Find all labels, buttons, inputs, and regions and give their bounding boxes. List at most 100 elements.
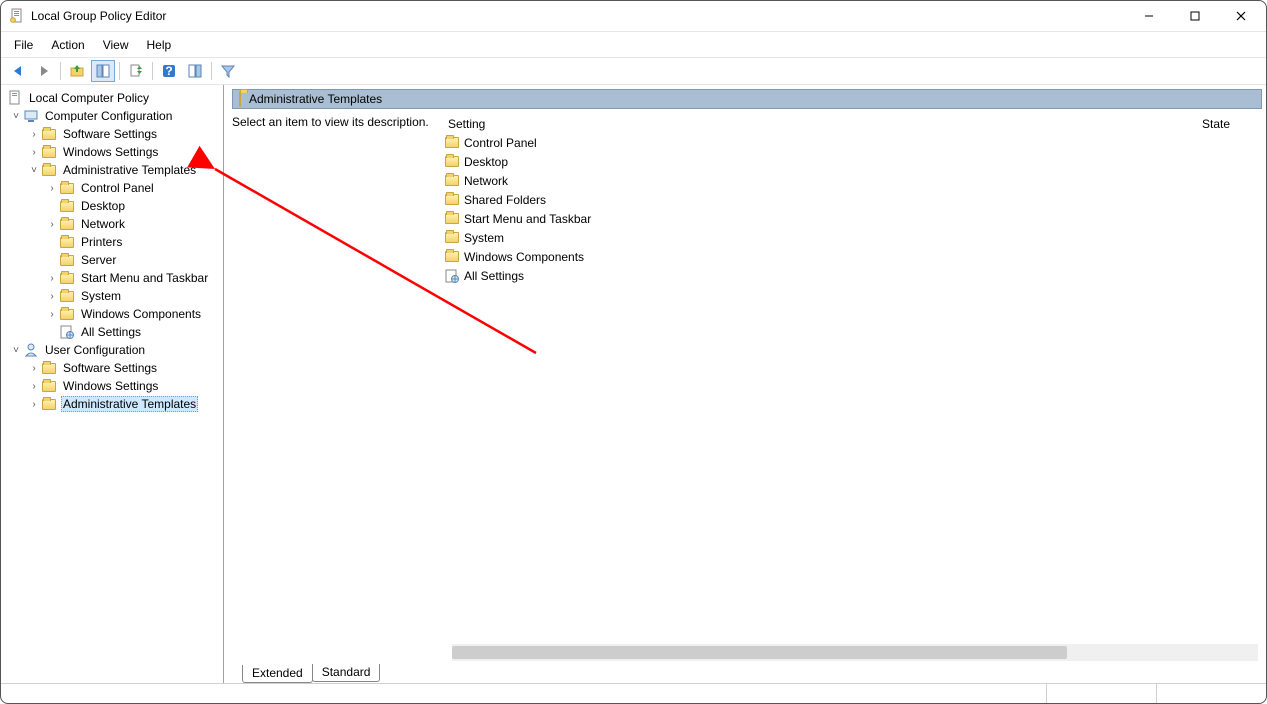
toolbar-separator bbox=[119, 62, 120, 80]
tree-label: Start Menu and Taskbar bbox=[79, 271, 210, 285]
list-item-label: All Settings bbox=[464, 269, 524, 283]
minimize-button[interactable] bbox=[1126, 1, 1172, 31]
list-item-label: Network bbox=[464, 174, 508, 188]
chevron-right-icon[interactable]: › bbox=[45, 271, 59, 285]
folder-icon bbox=[444, 192, 460, 208]
console-tree[interactable]: Local Computer Policy ˅ Computer Configu… bbox=[1, 85, 224, 683]
list-item-label: Windows Components bbox=[464, 250, 584, 264]
folder-icon bbox=[41, 360, 57, 376]
tree-comp-software-settings[interactable]: › Software Settings bbox=[1, 125, 223, 143]
horizontal-scrollbar[interactable] bbox=[452, 644, 1258, 661]
list-item[interactable]: Network bbox=[444, 171, 1262, 190]
list-item-label: Shared Folders bbox=[464, 193, 546, 207]
tree-start-menu[interactable]: › Start Menu and Taskbar bbox=[1, 269, 223, 287]
tree-label: Software Settings bbox=[61, 361, 159, 375]
tab-extended[interactable]: Extended bbox=[242, 665, 313, 683]
policy-icon bbox=[7, 90, 23, 106]
folder-icon bbox=[41, 396, 57, 412]
folder-icon bbox=[444, 211, 460, 227]
chevron-right-icon[interactable]: › bbox=[45, 217, 59, 231]
forward-button[interactable] bbox=[32, 60, 56, 82]
list-item-label: System bbox=[464, 231, 504, 245]
folder-icon bbox=[59, 180, 75, 196]
chevron-right-icon[interactable]: › bbox=[45, 307, 59, 321]
tree-user-software-settings[interactable]: › Software Settings bbox=[1, 359, 223, 377]
help-button[interactable]: ? bbox=[157, 60, 181, 82]
tree-network[interactable]: › Network bbox=[1, 215, 223, 233]
list-item-label: Control Panel bbox=[464, 136, 537, 150]
list-item[interactable]: Start Menu and Taskbar bbox=[444, 209, 1262, 228]
tree-label: Windows Settings bbox=[61, 379, 160, 393]
chevron-down-icon[interactable]: ˅ bbox=[9, 109, 23, 123]
chevron-right-icon[interactable]: › bbox=[27, 127, 41, 141]
tree-windows-components[interactable]: › Windows Components bbox=[1, 305, 223, 323]
chevron-right-icon[interactable]: › bbox=[27, 361, 41, 375]
status-segment bbox=[1156, 684, 1266, 703]
tree-server[interactable]: Server bbox=[1, 251, 223, 269]
window-title: Local Group Policy Editor bbox=[31, 9, 1126, 23]
list-item[interactable]: Desktop bbox=[444, 152, 1262, 171]
tree-user-admin-templates[interactable]: ›Administrative Templates bbox=[1, 395, 223, 413]
chevron-right-icon[interactable]: › bbox=[45, 289, 59, 303]
main-split: Local Computer Policy ˅ Computer Configu… bbox=[1, 85, 1266, 683]
list-item[interactable]: Windows Components bbox=[444, 247, 1262, 266]
tree-user-configuration[interactable]: ˅ User Configuration bbox=[1, 341, 223, 359]
maximize-button[interactable] bbox=[1172, 1, 1218, 31]
menu-view[interactable]: View bbox=[94, 34, 138, 56]
menu-action[interactable]: Action bbox=[42, 34, 93, 56]
folder-icon bbox=[41, 378, 57, 394]
chevron-right-icon[interactable]: › bbox=[27, 145, 41, 159]
list-item[interactable]: System bbox=[444, 228, 1262, 247]
list-item-label: Start Menu and Taskbar bbox=[464, 212, 591, 226]
tree-label: Software Settings bbox=[61, 127, 159, 141]
chevron-right-icon[interactable]: › bbox=[45, 181, 59, 195]
scrollbar-thumb[interactable] bbox=[452, 646, 1067, 659]
tree-control-panel[interactable]: ›Control Panel bbox=[1, 179, 223, 197]
folder-icon bbox=[41, 126, 57, 142]
list-header[interactable]: Setting State bbox=[444, 115, 1262, 133]
tree-label: Administrative Templates bbox=[61, 163, 198, 177]
tree-root[interactable]: Local Computer Policy bbox=[1, 89, 223, 107]
tree-comp-windows-settings[interactable]: › Windows Settings bbox=[1, 143, 223, 161]
tree-user-windows-settings[interactable]: › Windows Settings bbox=[1, 377, 223, 395]
list-item[interactable]: Control Panel bbox=[444, 133, 1262, 152]
menu-help[interactable]: Help bbox=[138, 34, 181, 56]
tree-all-settings[interactable]: All Settings bbox=[1, 323, 223, 341]
detail-pane: Administrative Templates Select an item … bbox=[224, 85, 1266, 683]
folder-icon bbox=[59, 306, 75, 322]
tree-printers[interactable]: Printers bbox=[1, 233, 223, 251]
tree-label: System bbox=[79, 289, 123, 303]
column-setting[interactable]: Setting bbox=[444, 117, 1202, 131]
tree-comp-admin-templates[interactable]: ˅ Administrative Templates bbox=[1, 161, 223, 179]
toolbar: ? bbox=[1, 58, 1266, 85]
tree-computer-configuration[interactable]: ˅ Computer Configuration bbox=[1, 107, 223, 125]
close-button[interactable] bbox=[1218, 1, 1264, 31]
chevron-right-icon[interactable]: › bbox=[27, 397, 41, 411]
menu-file[interactable]: File bbox=[5, 34, 42, 56]
menubar: File Action View Help bbox=[1, 31, 1266, 58]
up-one-level-button[interactable] bbox=[65, 60, 89, 82]
filter-button[interactable] bbox=[216, 60, 240, 82]
tree-label: User Configuration bbox=[43, 343, 147, 357]
folder-icon bbox=[41, 162, 57, 178]
list-item[interactable]: Shared Folders bbox=[444, 190, 1262, 209]
list-item[interactable]: All Settings bbox=[444, 266, 1262, 285]
user-icon bbox=[23, 342, 39, 358]
tree-system[interactable]: › System bbox=[1, 287, 223, 305]
show-hide-action-pane-button[interactable] bbox=[183, 60, 207, 82]
tab-standard[interactable]: Standard bbox=[312, 664, 381, 682]
computer-icon bbox=[23, 108, 39, 124]
export-list-button[interactable] bbox=[124, 60, 148, 82]
back-button[interactable] bbox=[6, 60, 30, 82]
chevron-down-icon[interactable]: ˅ bbox=[27, 163, 41, 177]
tree-label: Windows Components bbox=[79, 307, 203, 321]
app-icon bbox=[9, 8, 25, 24]
show-hide-console-tree-button[interactable] bbox=[91, 60, 115, 82]
chevron-down-icon[interactable]: ˅ bbox=[9, 343, 23, 357]
status-segment bbox=[1046, 684, 1156, 703]
column-state[interactable]: State bbox=[1202, 117, 1262, 131]
tree-label: Desktop bbox=[79, 199, 127, 213]
chevron-right-icon[interactable]: › bbox=[27, 379, 41, 393]
tree-desktop[interactable]: Desktop bbox=[1, 197, 223, 215]
tree-label: Network bbox=[79, 217, 127, 231]
